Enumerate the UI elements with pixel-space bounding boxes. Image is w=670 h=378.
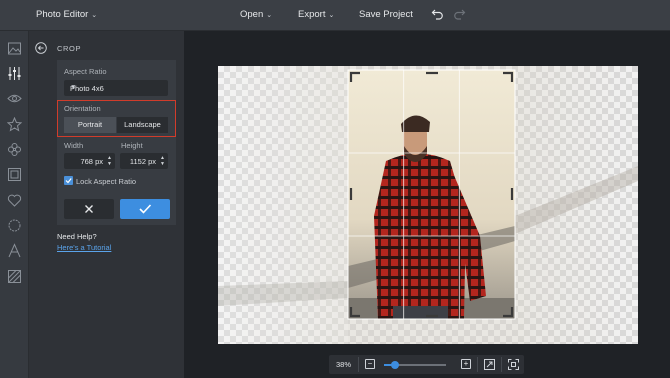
apply-button[interactable] xyxy=(120,199,170,219)
chevron-down-icon: ⌄ xyxy=(91,12,98,19)
top-bar: Photo Editor ⌄ Open ⌄ Export ⌄ Save Project xyxy=(0,0,670,31)
panel-title: CROP xyxy=(57,44,82,53)
photo-editor-label: Photo Editor xyxy=(36,9,89,20)
photo-editor-menu[interactable]: Photo Editor ⌄ xyxy=(36,9,97,20)
eye-icon[interactable] xyxy=(7,91,22,106)
fit-screen-icon[interactable] xyxy=(484,359,495,370)
image-icon[interactable] xyxy=(7,41,22,56)
star-icon[interactable] xyxy=(7,117,22,132)
undo-icon[interactable] xyxy=(431,7,445,21)
frame-icon[interactable] xyxy=(7,167,22,182)
lock-aspect-label: Lock Aspect Ratio xyxy=(76,177,137,186)
height-input[interactable]: 1152 px ▲ ▼ xyxy=(120,153,168,169)
orientation-label: Orientation xyxy=(64,104,101,113)
portrait-toggle[interactable]: Portrait xyxy=(64,117,116,133)
chevron-down-icon: ⌄ xyxy=(328,12,335,19)
width-value: 768 px xyxy=(80,157,103,166)
height-label: Height xyxy=(121,141,143,150)
height-stepper-icon[interactable]: ▲ ▼ xyxy=(160,155,165,167)
crop-selection[interactable] xyxy=(346,68,518,322)
width-input[interactable]: 768 px ▲ ▼ xyxy=(64,153,115,169)
tool-rail xyxy=(0,31,29,378)
zoom-out-button[interactable]: − xyxy=(365,359,375,369)
redo-icon[interactable] xyxy=(452,7,466,21)
tutorial-link[interactable]: Here's a Tutorial xyxy=(57,243,111,252)
zoom-slider-handle[interactable] xyxy=(391,361,399,369)
lock-aspect-checkbox[interactable] xyxy=(64,176,73,185)
export-menu[interactable]: Export ⌄ xyxy=(298,9,334,20)
export-label: Export xyxy=(298,9,326,20)
texture-icon[interactable] xyxy=(7,269,22,284)
back-arrow-icon[interactable] xyxy=(35,42,47,54)
heart-icon[interactable] xyxy=(7,193,22,208)
landscape-toggle[interactable]: Landscape xyxy=(117,117,168,133)
chevron-down-icon: ▼ xyxy=(70,84,77,91)
flower-icon[interactable] xyxy=(7,142,22,157)
aspect-ratio-select[interactable]: Photo 4x6 ▼ xyxy=(64,80,168,96)
text-icon[interactable] xyxy=(7,243,22,258)
open-menu[interactable]: Open ⌄ xyxy=(240,9,272,20)
zoom-divider xyxy=(358,357,359,372)
chevron-down-icon: ⌄ xyxy=(266,12,273,19)
zoom-percent: 38% xyxy=(336,360,352,369)
zoom-divider xyxy=(477,357,478,372)
close-icon xyxy=(85,205,93,213)
width-label: Width xyxy=(64,141,84,150)
zoom-divider xyxy=(501,357,502,372)
save-project-button[interactable]: Save Project xyxy=(359,9,413,20)
sliders-icon[interactable] xyxy=(7,66,22,81)
save-project-label: Save Project xyxy=(359,9,413,20)
help-heading: Need Help? xyxy=(57,232,97,241)
checkmark-icon xyxy=(139,204,152,214)
zoom-in-button[interactable]: + xyxy=(461,359,471,369)
open-label: Open xyxy=(240,9,264,20)
cancel-button[interactable] xyxy=(64,199,114,219)
actual-size-icon[interactable] xyxy=(508,359,519,370)
badge-icon[interactable] xyxy=(7,218,22,233)
width-stepper-icon[interactable]: ▲ ▼ xyxy=(107,155,112,167)
aspect-ratio-label: Aspect Ratio xyxy=(64,67,107,76)
height-value: 1152 px xyxy=(129,157,156,166)
